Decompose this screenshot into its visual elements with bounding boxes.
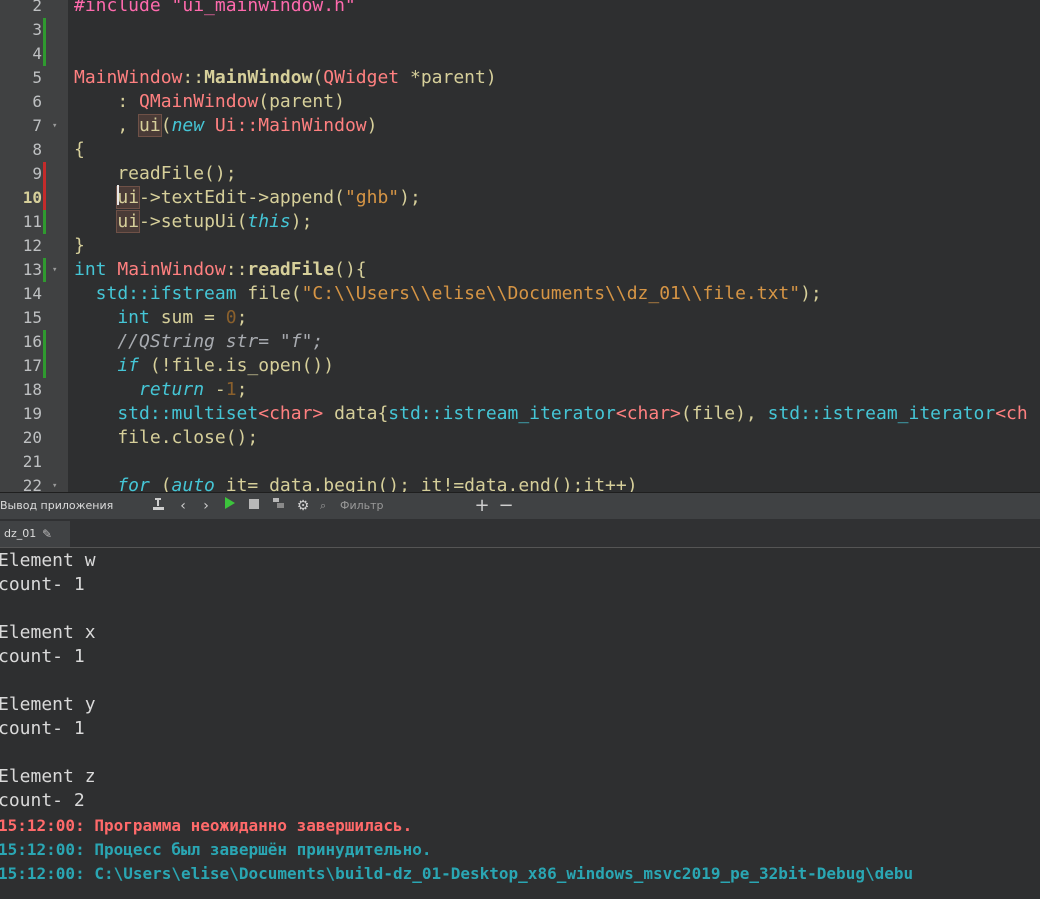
code-line-8: { — [74, 139, 85, 160]
line-number: 15 — [22, 308, 42, 327]
build-icon[interactable] — [150, 496, 168, 516]
tab-label: dz_01 — [4, 527, 37, 540]
filter-placeholder: Фильтр — [340, 499, 384, 512]
line-number: 7 — [32, 116, 42, 135]
code-line-11: ui->setupUi(this); — [116, 210, 313, 233]
output-line: count- 1 — [0, 646, 85, 667]
text-cursor — [117, 185, 119, 205]
prev-icon[interactable]: ‹ — [174, 496, 192, 516]
fold-arrow-icon[interactable]: ▾ — [52, 114, 62, 138]
line-number: 5 — [32, 68, 42, 87]
code-line-22: for (auto it= data.begin(); it!=data.end… — [74, 475, 638, 492]
output-line: count- 2 — [0, 790, 85, 811]
line-number: 12 — [22, 236, 42, 255]
code-line-14: std::ifstream file("C:\\Users\\elise\\Do… — [74, 283, 822, 304]
output-pane-title[interactable]: Вывод приложения — [0, 499, 113, 512]
application-output[interactable]: Element w count- 1 Element x count- 1 El… — [0, 548, 1040, 899]
code-line-2: #include "ui_mainwindow.h" — [74, 0, 356, 16]
line-number: 4 — [32, 44, 42, 63]
code-line-16: //QString str= "f"; — [74, 331, 324, 352]
attach-icon[interactable] — [270, 496, 288, 516]
line-number: 21 — [22, 452, 42, 471]
code-line-9: readFile(); — [74, 163, 237, 184]
output-line: count- 1 — [0, 718, 85, 739]
settings-icon[interactable]: ⚙ — [294, 496, 312, 516]
info-message: 15:12:00: Процесс был завершён принудите… — [0, 840, 432, 859]
code-line-10: ui->textEdit->append("ghb"); — [116, 186, 421, 209]
output-line: count- 1 — [0, 574, 85, 595]
line-number: 11 — [22, 212, 42, 231]
line-number: 3 — [32, 20, 42, 39]
run-icon[interactable] — [221, 496, 239, 516]
output-line: Element y — [0, 694, 96, 715]
changed-lines-marker — [43, 162, 46, 210]
added-lines-marker — [43, 18, 46, 66]
output-line: Element z — [0, 766, 96, 787]
line-number: 16 — [22, 332, 42, 351]
line-number: 19 — [22, 404, 42, 423]
output-line: Element x — [0, 622, 96, 643]
line-number: 17 — [22, 356, 42, 375]
line-number: 18 — [22, 380, 42, 399]
code-line-5: MainWindow::MainWindow(QWidget *parent) — [74, 67, 497, 88]
output-tab-bar: dz_01 ✎ — [0, 519, 1040, 548]
line-number: 20 — [22, 428, 42, 447]
added-lines-marker — [43, 330, 46, 378]
line-number: 13 — [22, 260, 42, 279]
next-icon[interactable]: › — [197, 496, 215, 516]
output-toolbar: Вывод приложения ‹ › ⚙ ⌕ Фильтр + − — [0, 492, 1040, 520]
filter-input[interactable]: ⌕ Фильтр — [316, 496, 466, 515]
fold-arrow-icon[interactable]: ▾ — [52, 258, 62, 282]
code-line-15: int sum = 0; — [74, 307, 248, 328]
pin-icon[interactable]: ✎ — [42, 521, 52, 547]
line-number: 14 — [22, 284, 42, 303]
code-line-13: int MainWindow::readFile(){ — [74, 259, 367, 280]
zoom-out-icon[interactable]: − — [497, 496, 515, 516]
line-number: 22 — [22, 476, 42, 492]
line-number: 8 — [32, 140, 42, 159]
code-line-12: } — [74, 235, 85, 256]
code-line-19: std::multiset<char> data{std::istream_it… — [74, 403, 1028, 424]
current-line-number: 10 — [22, 188, 42, 207]
filter-icon: ⌕ — [320, 499, 327, 512]
added-lines-marker — [43, 210, 46, 234]
added-lines-marker — [43, 258, 46, 282]
code-line-18: return -1; — [74, 379, 248, 400]
code-line-7: , ui(new Ui::MainWindow) — [74, 114, 378, 137]
output-tab-dz01[interactable]: dz_01 ✎ — [0, 521, 70, 547]
error-message: 15:12:00: Программа неожиданно завершила… — [0, 816, 413, 835]
code-editor[interactable]: 2 3 4 5 6 7 8 9 10 11 12 13 14 15 16 17 … — [0, 0, 1040, 492]
output-line: Element w — [0, 550, 96, 571]
code-line-17: if (!file.is_open()) — [74, 355, 335, 376]
line-number: 6 — [32, 92, 42, 111]
stop-icon[interactable] — [245, 496, 263, 516]
line-number: 2 — [32, 0, 42, 15]
fold-arrow-icon[interactable]: ▾ — [52, 474, 62, 492]
line-number: 9 — [32, 164, 42, 183]
zoom-in-icon[interactable]: + — [473, 496, 491, 516]
line-number-gutter: 2 3 4 5 6 7 8 9 10 11 12 13 14 15 16 17 … — [0, 0, 68, 492]
code-line-6: : QMainWindow(parent) — [74, 91, 345, 112]
info-message: 15:12:00: C:\Users\elise\Documents\build… — [0, 864, 914, 883]
code-line-20: file.close(); — [74, 427, 259, 448]
